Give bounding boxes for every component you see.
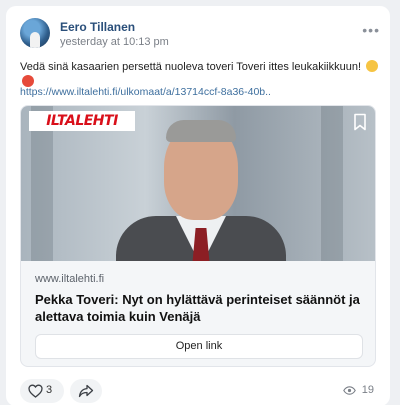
post-footer: 3 19	[20, 379, 376, 403]
post-link[interactable]: https://www.iltalehti.fi/ulkomaat/a/1371…	[20, 86, 271, 98]
heart-icon	[28, 384, 43, 398]
more-horizontal-icon[interactable]: •••	[362, 22, 380, 38]
view-count: 19	[342, 384, 374, 396]
post-text-body: Vedä sinä kasaarien persettä nuoleva tov…	[20, 61, 361, 73]
portrait-photo	[116, 116, 286, 261]
open-link-button[interactable]: Open link	[35, 334, 363, 359]
link-preview[interactable]: ILTALEHTI www.iltalehti.fi Pekka Toveri:…	[20, 105, 376, 367]
iltalehti-logo: ILTALEHTI	[29, 111, 135, 131]
preview-image[interactable]: ILTALEHTI	[21, 106, 375, 261]
share-button[interactable]	[70, 379, 102, 403]
thumbs-up-emoji	[366, 60, 379, 72]
like-button[interactable]: 3	[20, 379, 64, 403]
preview-headline[interactable]: Pekka Toveri: Nyt on hylättävä perinteis…	[35, 291, 365, 325]
post-card: Eero Tillanen yesterday at 10:13 pm ••• …	[6, 6, 390, 405]
preview-domain: www.iltalehti.fi	[35, 273, 105, 285]
bookmark-icon[interactable]	[353, 113, 367, 131]
like-count: 3	[46, 384, 53, 396]
post-header: Eero Tillanen yesterday at 10:13 pm •••	[20, 18, 380, 52]
preview-body: www.iltalehti.fi Pekka Toveri: Nyt on hy…	[21, 261, 375, 366]
avatar[interactable]	[20, 18, 50, 48]
post-timestamp[interactable]: yesterday at 10:13 pm	[60, 36, 169, 48]
view-count-value: 19	[361, 384, 374, 396]
share-icon	[78, 384, 94, 398]
eye-icon	[342, 386, 356, 395]
author-name[interactable]: Eero Tillanen	[60, 20, 135, 34]
